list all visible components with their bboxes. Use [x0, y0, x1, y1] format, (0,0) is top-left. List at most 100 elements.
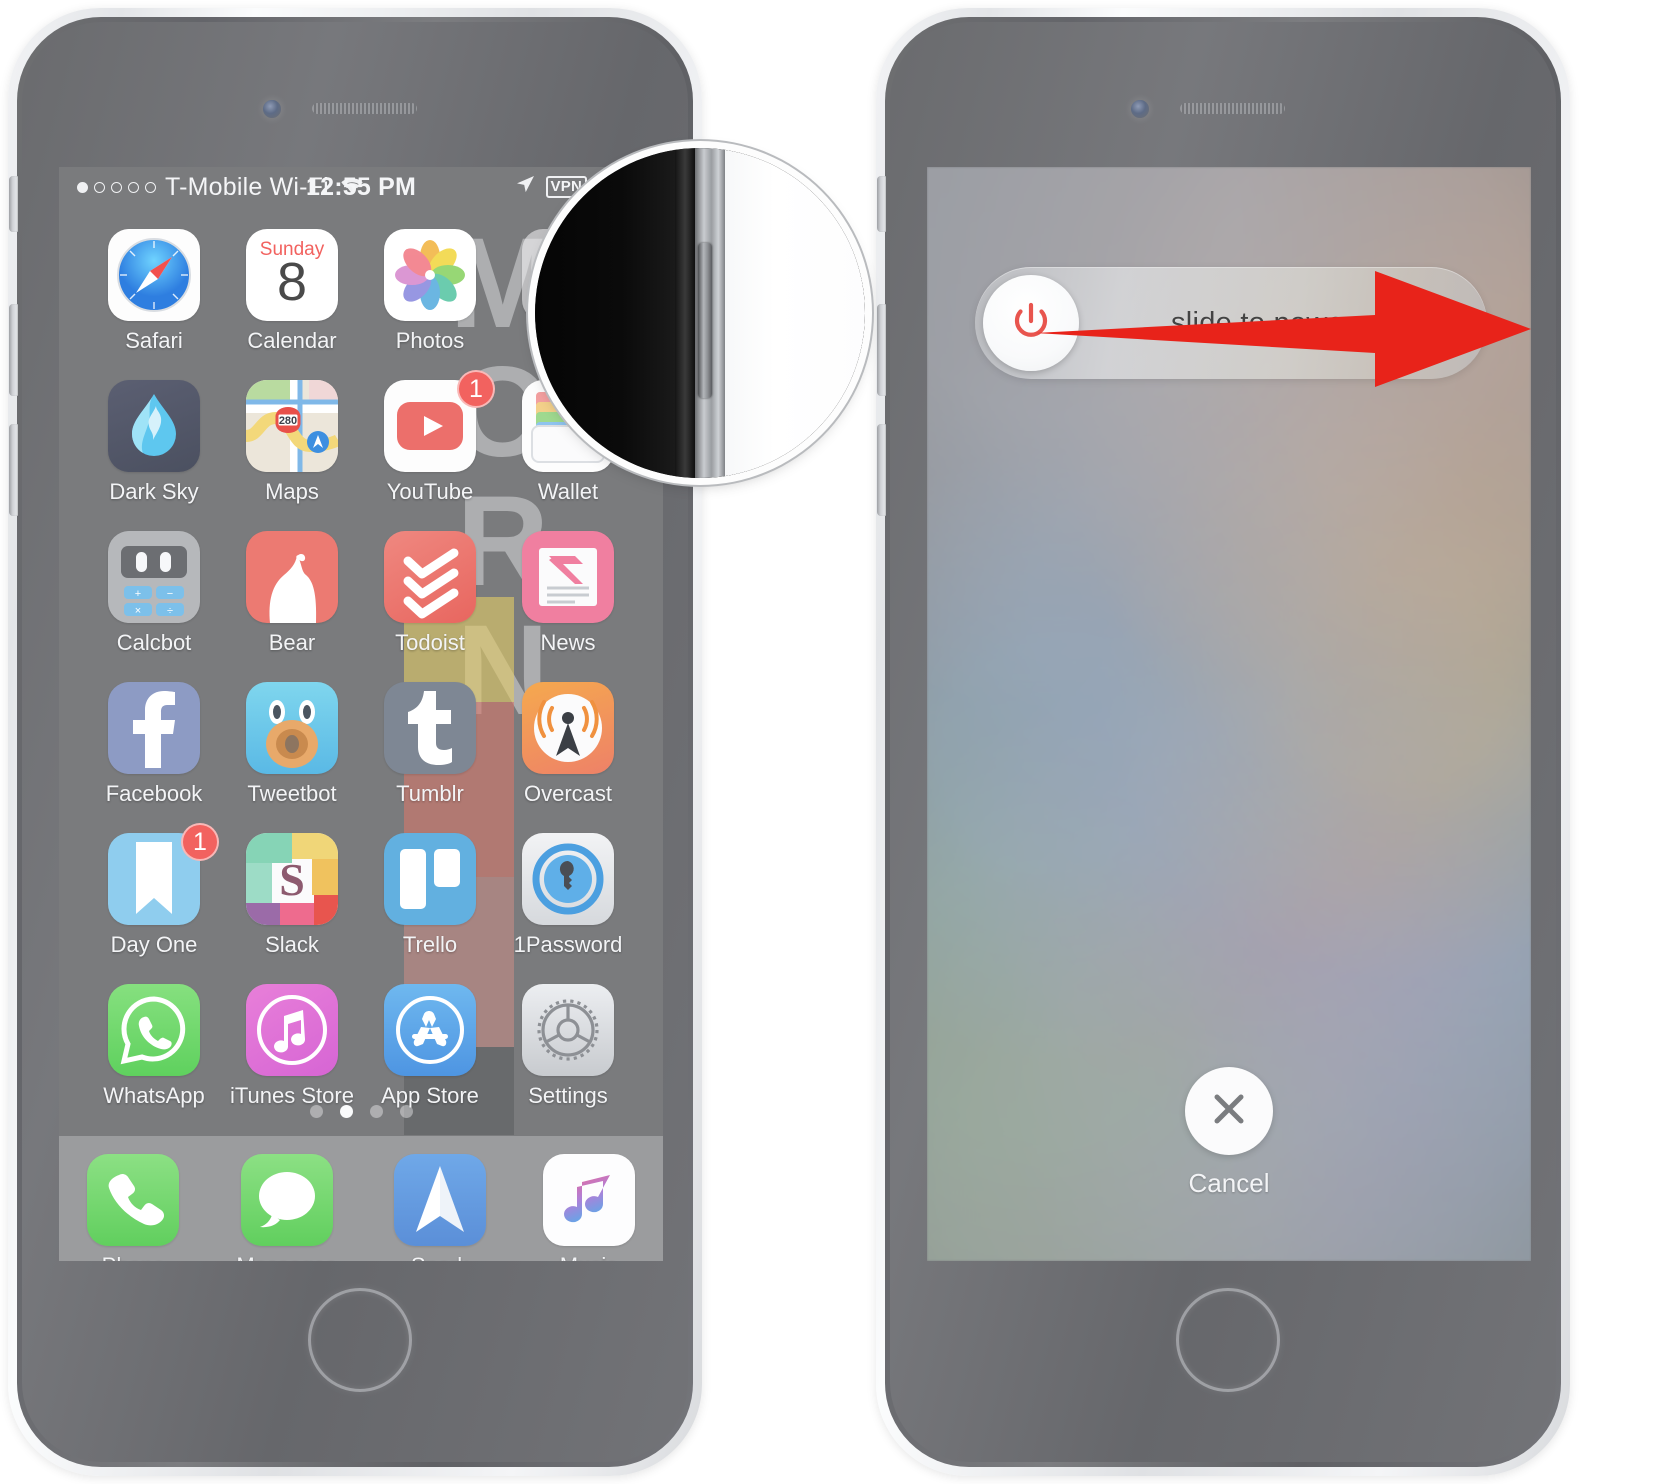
- volume-up-button[interactable]: [9, 304, 18, 396]
- app-label: Day One: [110, 932, 198, 957]
- app-safari[interactable]: Safari: [85, 229, 223, 354]
- sleep-wake-button-magnified[interactable]: [698, 243, 712, 398]
- calendar-date: 8: [276, 252, 308, 312]
- app-label: Calcbot: [116, 630, 192, 655]
- app-bear[interactable]: Bear: [223, 531, 361, 656]
- app-label: Wallet: [537, 479, 599, 504]
- slack-icon: S: [246, 833, 338, 925]
- app-tweetbot[interactable]: Tweetbot: [223, 682, 361, 807]
- magnifier-content: [535, 148, 865, 478]
- earpiece-speaker: [312, 103, 417, 114]
- app-tumblr[interactable]: Tumblr: [361, 682, 499, 807]
- notification-badge: 1: [457, 370, 495, 408]
- app-youtube[interactable]: 1 YouTube: [361, 370, 499, 505]
- home-button[interactable]: [1176, 1288, 1280, 1392]
- app-label: Maps: [265, 479, 319, 504]
- app-trello[interactable]: Trello: [361, 833, 499, 958]
- dock-app-music[interactable]: Music: [542, 1154, 635, 1261]
- app-label: 1Password: [513, 932, 623, 957]
- app-calendar[interactable]: Sunday 8 Calendar: [223, 229, 361, 354]
- app-label: Phone: [102, 1253, 166, 1261]
- calendar-icon: Sunday 8: [246, 229, 338, 321]
- page-dot-2[interactable]: [339, 1105, 353, 1118]
- app-maps[interactable]: 280 Maps: [223, 380, 361, 505]
- mute-switch[interactable]: [877, 176, 886, 232]
- tumblr-icon: [384, 682, 476, 774]
- app-photos[interactable]: Photos: [361, 229, 499, 354]
- right-phone-body: slide to power off: [885, 17, 1561, 1467]
- photos-icon: [384, 229, 476, 321]
- dock-app-messages[interactable]: Messages: [236, 1154, 337, 1261]
- svg-text:÷: ÷: [167, 605, 173, 617]
- page-dot-3[interactable]: [369, 1105, 383, 1118]
- app-store-icon: [384, 984, 476, 1076]
- cancel-label: Cancel: [1188, 1168, 1270, 1198]
- dock-app-phone[interactable]: Phone: [87, 1154, 180, 1261]
- overcast-icon: [522, 682, 614, 774]
- volume-up-button[interactable]: [877, 304, 886, 396]
- page-indicator-dots: [59, 1105, 663, 1118]
- app-label: Messages: [236, 1253, 336, 1261]
- cancel-button[interactable]: [1185, 1067, 1273, 1155]
- trello-icon: [384, 833, 476, 925]
- app-label: Facebook: [105, 781, 203, 806]
- notification-badge: 1: [181, 823, 219, 861]
- app-label: Slack: [265, 932, 319, 957]
- volume-down-button[interactable]: [9, 424, 18, 516]
- home-button[interactable]: [308, 1288, 412, 1392]
- app-label: Overcast: [523, 781, 613, 806]
- app-label: Tumblr: [396, 781, 464, 806]
- app-label: Photos: [395, 328, 465, 353]
- app-app-store[interactable]: App Store: [361, 984, 499, 1109]
- app-1password[interactable]: 1Password: [499, 833, 637, 958]
- app-label: Trello: [402, 932, 458, 957]
- todoist-icon: [384, 531, 476, 623]
- page-dot-1[interactable]: [309, 1105, 323, 1118]
- right-phone-screen: slide to power off: [927, 167, 1531, 1261]
- spark-icon: [393, 1154, 486, 1246]
- app-label: Music: [560, 1253, 617, 1261]
- app-todoist[interactable]: Todoist: [361, 531, 499, 656]
- app-label: Spark: [411, 1253, 468, 1261]
- page-dot-4[interactable]: [399, 1105, 413, 1118]
- front-camera-icon: [1131, 100, 1149, 118]
- settings-icon: [522, 984, 614, 1076]
- mute-switch[interactable]: [9, 176, 18, 232]
- app-day-one[interactable]: 1 Day One: [85, 823, 223, 958]
- magnified-screen-dark: [535, 148, 675, 478]
- volume-down-button[interactable]: [877, 424, 886, 516]
- dock-app-spark[interactable]: Spark: [393, 1154, 486, 1261]
- app-label: Tweetbot: [247, 781, 337, 806]
- app-label: Bear: [268, 630, 316, 655]
- svg-text:+: +: [135, 588, 141, 600]
- app-itunes-store[interactable]: iTunes Store: [223, 984, 361, 1109]
- screenshot-root: MORN T-Mobile Wi-Fi 12:55 PM Safari Sund…: [0, 0, 1660, 1484]
- app-label: News: [540, 630, 596, 655]
- safari-icon: [108, 229, 200, 321]
- app-facebook[interactable]: Facebook: [85, 682, 223, 807]
- news-icon: [522, 531, 614, 623]
- tweetbot-icon: [246, 682, 338, 774]
- app-news[interactable]: News: [499, 531, 637, 656]
- app-whatsapp[interactable]: WhatsApp: [85, 984, 223, 1109]
- app-dark-sky[interactable]: Dark Sky: [85, 380, 223, 505]
- side-button-magnifier: [535, 148, 865, 478]
- dark-sky-icon: [108, 380, 200, 472]
- cancel-control[interactable]: Cancel: [927, 1067, 1531, 1199]
- right-iphone-device: slide to power off: [876, 8, 1570, 1476]
- dock: Phone Messages: [59, 1136, 663, 1261]
- app-overcast[interactable]: Overcast: [499, 682, 637, 807]
- app-settings[interactable]: Settings: [499, 984, 637, 1109]
- app-slack[interactable]: S Slack: [223, 833, 361, 958]
- maps-icon: 280: [246, 380, 338, 472]
- app-calcbot[interactable]: + − × ÷ Calcbot: [85, 531, 223, 656]
- svg-text:280: 280: [279, 415, 297, 427]
- app-label: Dark Sky: [109, 479, 199, 504]
- svg-text:−: −: [167, 588, 173, 600]
- app-label: Safari: [125, 328, 183, 353]
- app-label: Calendar: [247, 328, 337, 353]
- facebook-icon: [108, 682, 200, 774]
- magnified-glass-edge: [675, 148, 695, 478]
- svg-text:×: ×: [135, 605, 141, 617]
- close-x-icon: [1208, 1088, 1250, 1135]
